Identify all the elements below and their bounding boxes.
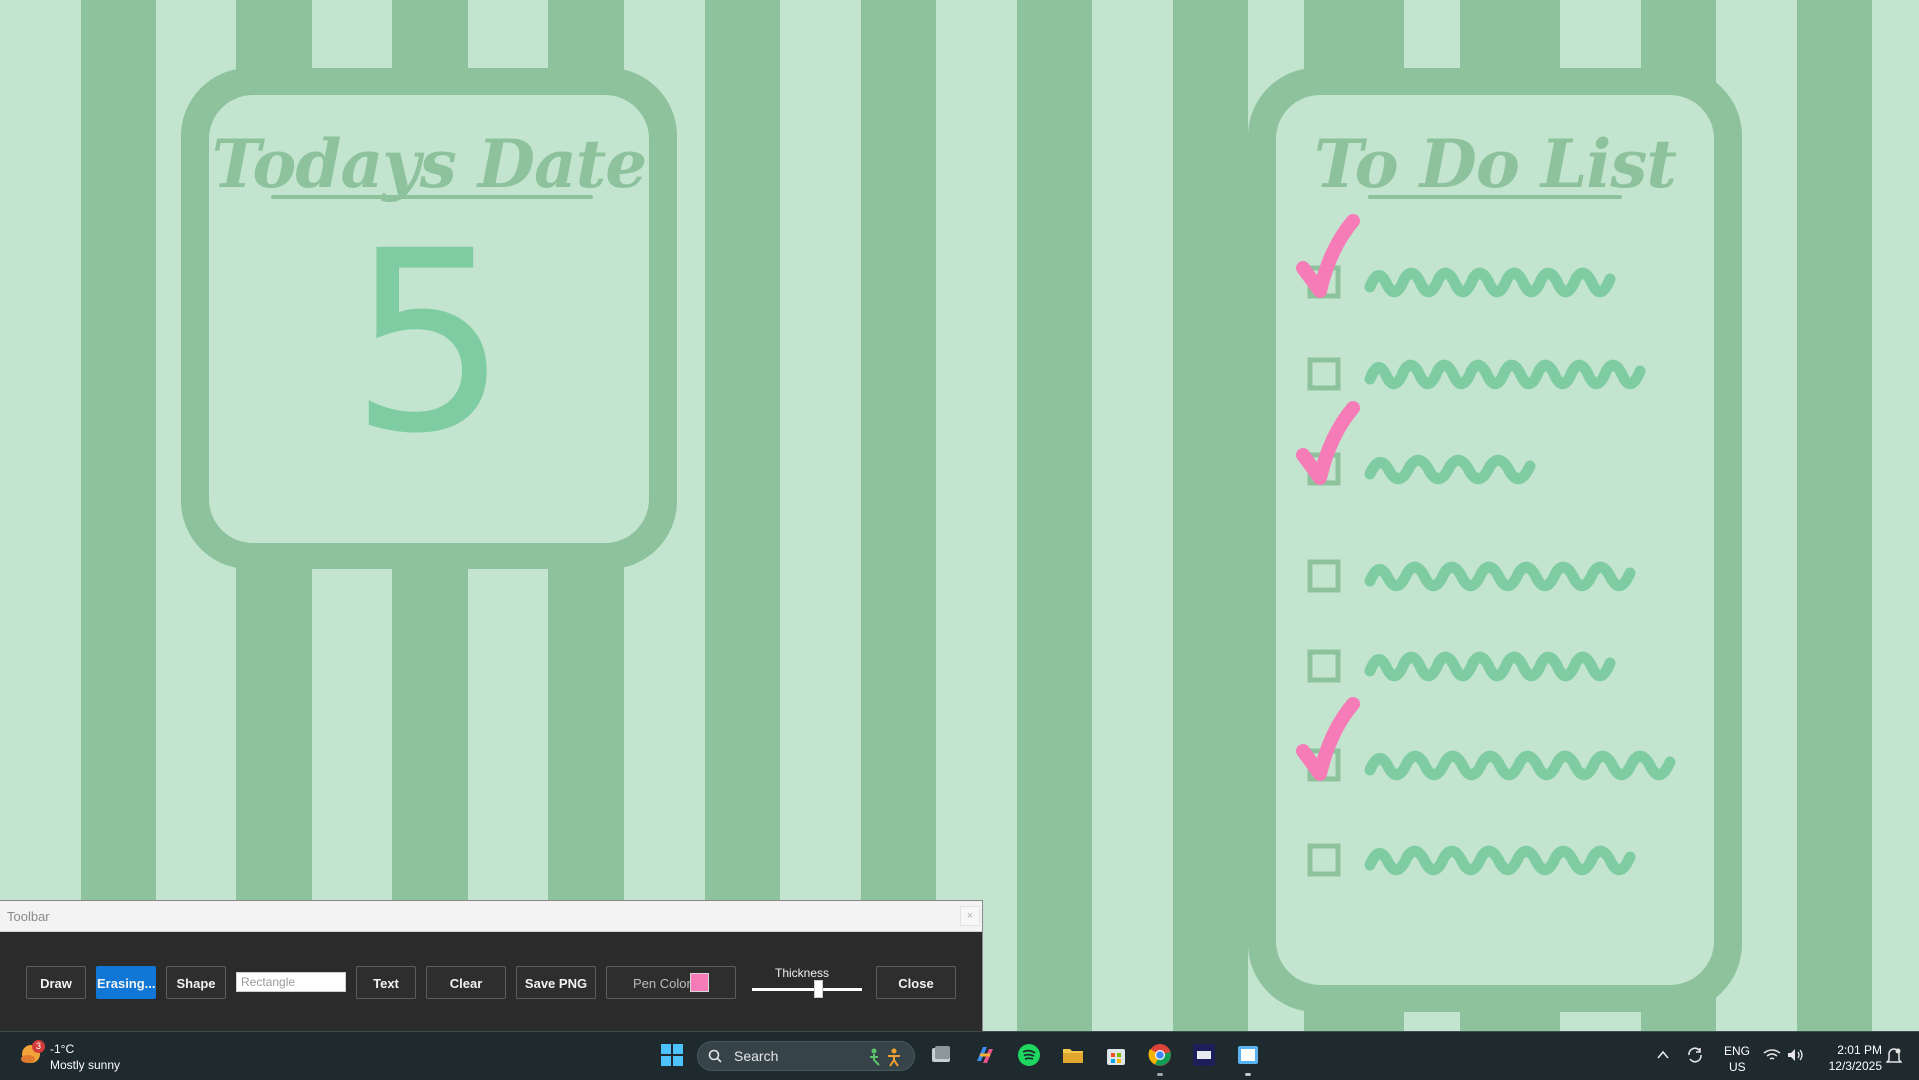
- thickness-slider-thumb[interactable]: [814, 980, 823, 998]
- toolbar-close-icon[interactable]: ×: [960, 906, 980, 926]
- save-png-button[interactable]: Save PNG: [516, 966, 596, 999]
- taskbar-search[interactable]: Search: [697, 1041, 915, 1071]
- weather-condition: Mostly sunny: [50, 1058, 121, 1072]
- pen-color-swatch[interactable]: [690, 973, 709, 992]
- todo-check-mark: [1296, 697, 1360, 781]
- spotify-icon[interactable]: [1017, 1043, 1041, 1067]
- volume-icon[interactable]: [1787, 1048, 1805, 1062]
- todo-check-mark: [1296, 401, 1360, 485]
- copilot-icon[interactable]: [973, 1043, 997, 1067]
- clock-time[interactable]: 2:01 PM: [1826, 1043, 1882, 1057]
- text-button[interactable]: Text: [356, 966, 416, 999]
- file-explorer-icon[interactable]: [1061, 1043, 1085, 1067]
- todo-check-mark: [1296, 214, 1360, 298]
- start-icon[interactable]: [660, 1043, 684, 1067]
- desktop-background: Todays Date 5 To Do List: [0, 0, 1919, 1031]
- search-placeholder: Search: [734, 1048, 779, 1064]
- paint-app-running-indicator: [1245, 1073, 1251, 1076]
- pen-color-label: Pen Color: [633, 976, 691, 991]
- language-code[interactable]: ENG: [1724, 1044, 1750, 1058]
- todo-item-scribble: [1364, 267, 1616, 298]
- clear-button[interactable]: Clear: [426, 966, 506, 999]
- paint-app-icon[interactable]: [1236, 1043, 1260, 1067]
- weather-widget[interactable]: 3 -1°C Mostly sunny: [0, 1032, 150, 1080]
- task-view-icon[interactable]: [929, 1043, 953, 1067]
- shape-select[interactable]: Rectangle: [236, 972, 346, 992]
- toolbar-title: Toolbar: [7, 909, 50, 924]
- taskbar: 3 -1°C Mostly sunny Search ENG US 2:01 P…: [0, 1031, 1919, 1080]
- close-button[interactable]: Close: [876, 966, 956, 999]
- clock-date[interactable]: 12/3/2025: [1816, 1059, 1882, 1073]
- search-icon: [708, 1049, 722, 1063]
- thickness-slider[interactable]: [752, 988, 862, 991]
- todo-checkbox[interactable]: [1307, 843, 1341, 877]
- notification-bell-icon[interactable]: [1886, 1047, 1902, 1065]
- todo-checkbox[interactable]: [1307, 559, 1341, 593]
- todo-item-scribble: [1364, 359, 1646, 390]
- store-icon[interactable]: [1104, 1043, 1128, 1067]
- thickness-label: Thickness: [774, 966, 830, 980]
- todo-checkbox[interactable]: [1307, 357, 1341, 391]
- wifi-icon[interactable]: [1763, 1048, 1781, 1062]
- weather-badge: 3: [32, 1040, 45, 1053]
- erase-button[interactable]: Erasing...: [96, 966, 156, 999]
- app-icon[interactable]: [1192, 1043, 1216, 1067]
- chrome-icon[interactable]: [1148, 1043, 1172, 1067]
- region-code[interactable]: US: [1729, 1060, 1746, 1074]
- todo-list-drawing: [1296, 214, 1676, 877]
- weather-temp: -1°C: [50, 1042, 75, 1056]
- pen-color-button[interactable]: Pen Color: [606, 966, 736, 999]
- todo-checkbox[interactable]: [1307, 649, 1341, 683]
- todo-item-scribble: [1364, 651, 1616, 682]
- toolbar-titlebar[interactable]: Toolbar ×: [0, 901, 982, 932]
- chrome-running-indicator: [1157, 1073, 1163, 1076]
- sync-icon[interactable]: [1686, 1046, 1704, 1064]
- show-hidden-icons-chevron-icon[interactable]: [1656, 1049, 1670, 1061]
- todo-item-scribble: [1364, 845, 1636, 876]
- draw-button[interactable]: Draw: [26, 966, 86, 999]
- todo-item-scribble: [1364, 454, 1536, 485]
- accessibility-icon: [870, 1048, 900, 1067]
- todo-item-scribble: [1364, 561, 1636, 592]
- shape-button[interactable]: Shape: [166, 966, 226, 999]
- todo-item-scribble: [1364, 750, 1676, 781]
